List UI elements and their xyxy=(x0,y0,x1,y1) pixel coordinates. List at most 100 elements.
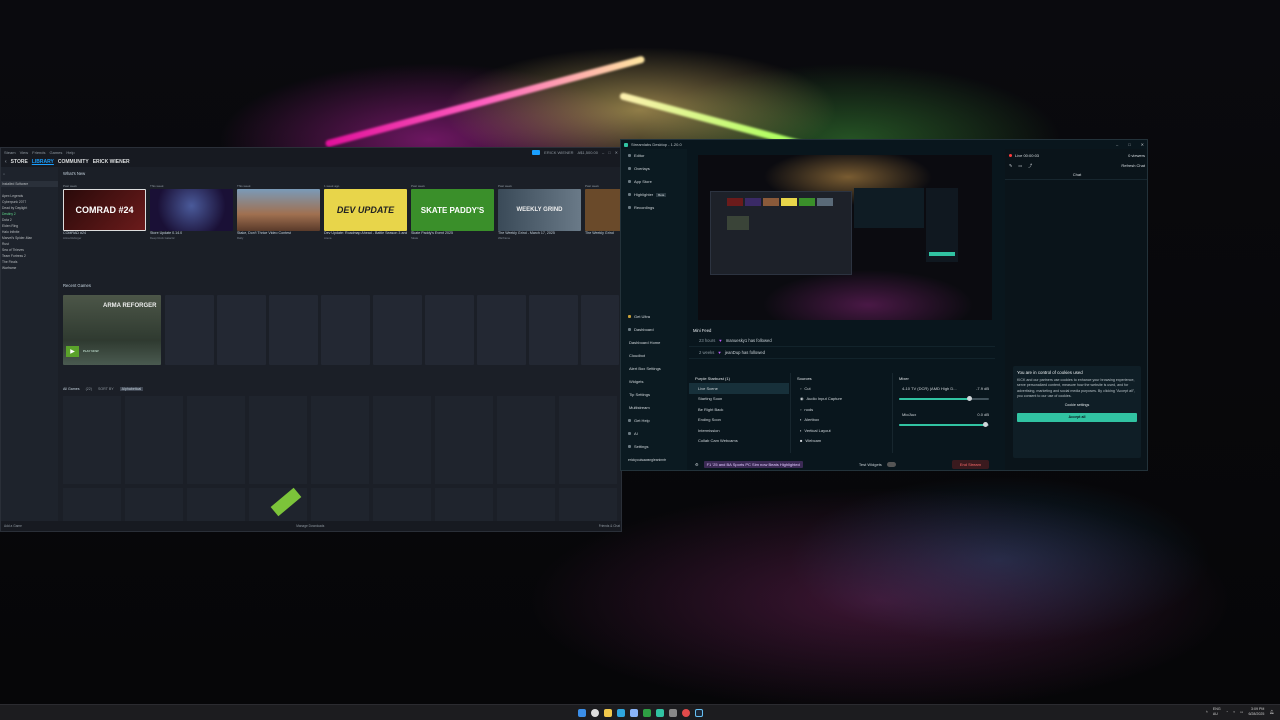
menu-friends[interactable]: Friends xyxy=(32,150,45,155)
volume-knob[interactable] xyxy=(967,395,973,401)
game-tile[interactable] xyxy=(435,396,493,484)
game-tile[interactable] xyxy=(125,396,183,484)
recent-game-slot[interactable] xyxy=(373,295,422,365)
game-tile[interactable] xyxy=(373,488,431,523)
menu-view[interactable]: View xyxy=(20,150,29,155)
nav-dashboard[interactable]: Dashboard xyxy=(621,323,687,336)
recent-game-slot[interactable] xyxy=(321,295,370,365)
steam-icon[interactable] xyxy=(694,708,703,717)
wifi-icon[interactable]: ◔ xyxy=(1226,710,1228,714)
volume-knob[interactable] xyxy=(983,422,989,427)
recent-game-slot[interactable] xyxy=(217,295,266,365)
scene-item[interactable]: Be Right Back xyxy=(689,404,789,415)
game-tile[interactable] xyxy=(187,488,245,523)
edit-icon[interactable]: ✎ xyxy=(1009,163,1012,168)
nav-back-icon[interactable]: ‹ xyxy=(5,159,7,165)
game-tile[interactable] xyxy=(373,396,431,484)
scene-item[interactable]: Intermission xyxy=(689,425,789,436)
recent-game-slot[interactable] xyxy=(425,295,474,365)
nav-store[interactable]: STORE xyxy=(11,159,28,165)
game-tile[interactable] xyxy=(311,396,369,484)
game-tile[interactable] xyxy=(435,488,493,523)
battery-icon[interactable]: ▭ xyxy=(1240,710,1243,714)
game-tile[interactable] xyxy=(63,488,121,523)
manage-downloads[interactable]: Manage Downloads xyxy=(296,524,324,528)
source-item[interactable]: ▪ Alertbox xyxy=(791,415,891,426)
nav-settings[interactable]: Settings xyxy=(621,440,687,453)
scenes-title[interactable]: Purple Starburst (1) xyxy=(689,373,789,383)
media-icon[interactable] xyxy=(668,708,677,717)
volume-slider[interactable] xyxy=(899,422,989,427)
game-tile[interactable] xyxy=(187,396,245,484)
user-badge[interactable]: ERICK WIENER xyxy=(544,150,573,155)
file-explorer-icon[interactable] xyxy=(603,708,612,717)
nav-user[interactable]: erickyouisawangleaninntr xyxy=(621,453,687,466)
source-item[interactable]: ▪ Vertical Layout xyxy=(791,425,891,436)
nav-overlays[interactable]: Overlays xyxy=(621,162,687,175)
game-tile[interactable] xyxy=(63,396,121,484)
recent-game-slot[interactable] xyxy=(581,295,619,365)
nav-community[interactable]: COMMUNITY xyxy=(58,159,89,165)
popout-icon[interactable]: ▭ xyxy=(1018,163,1022,168)
feed-item[interactable]: 2 weeks ♥ jeanDup has followed xyxy=(689,347,995,359)
clock[interactable]: 3:09 PM 6/28/2025 xyxy=(1248,707,1264,716)
settings-icon[interactable]: ⚙ xyxy=(695,462,699,467)
end-stream-button[interactable]: End Stream xyxy=(951,460,989,469)
minimize-icon[interactable]: – xyxy=(1116,142,1118,147)
close-icon[interactable]: ✕ xyxy=(615,150,618,155)
notification-icon[interactable] xyxy=(532,149,541,155)
close-icon[interactable]: ✕ xyxy=(1141,142,1144,147)
minimize-icon[interactable]: – xyxy=(602,150,604,155)
scene-item[interactable]: Live Scene xyxy=(689,383,789,394)
streamlabs-icon[interactable] xyxy=(655,708,664,717)
recent-game-card[interactable]: ARMA REFORGER ▶ PLAY NOW xyxy=(63,295,161,365)
news-card[interactable]: Past week The Weekly Grind xyxy=(585,184,621,236)
recent-game-slot[interactable] xyxy=(269,295,318,365)
menu-steam[interactable]: Steam xyxy=(4,150,16,155)
notification-bell-icon[interactable]: 🔔︎ xyxy=(1269,710,1274,714)
search-icon[interactable] xyxy=(590,708,599,717)
store-icon[interactable] xyxy=(629,708,638,717)
nav-profile[interactable]: ERICK WIENER xyxy=(93,159,130,165)
source-item[interactable]: ▫ Cut xyxy=(791,383,891,394)
promo-tag[interactable]: F1 '25 and BA Sports PC Sim now Beats Hi… xyxy=(703,461,803,468)
game-tile[interactable] xyxy=(125,488,183,523)
news-card[interactable]: Past week WEEKLY GRIND The Weekly Grind … xyxy=(498,184,581,240)
recent-game-slot[interactable] xyxy=(529,295,578,365)
refresh-chat-button[interactable]: Refresh Chat xyxy=(1121,163,1145,168)
source-item[interactable]: ■ Webcam xyxy=(791,436,891,447)
nav-app-store[interactable]: App Store xyxy=(621,175,687,188)
nav-tip-settings[interactable]: Tip Settings xyxy=(621,388,687,401)
game-tile[interactable] xyxy=(249,396,307,484)
sidebar-item[interactable]: Warframe xyxy=(1,265,58,271)
news-card[interactable]: 1 week ago DEV UPDATE Dev Update: Roadma… xyxy=(324,184,407,240)
source-item[interactable]: ◉ Audio Input Capture xyxy=(791,394,891,405)
nav-get-help[interactable]: Get Help xyxy=(621,414,687,427)
nav-library[interactable]: LIBRARY xyxy=(32,159,54,165)
add-game-button[interactable]: Add a Game xyxy=(4,524,22,528)
recent-game-slot[interactable] xyxy=(165,295,214,365)
test-widgets-label[interactable]: Test Widgets xyxy=(859,462,882,467)
volume-slider[interactable] xyxy=(899,395,989,401)
volume-icon[interactable]: ◖ xyxy=(1233,710,1235,714)
news-card[interactable]: This week Store Update 0.14.0 Deep Rock … xyxy=(150,184,233,240)
news-card[interactable]: Past week SKATE PADDY'S Skate Paddy's Ev… xyxy=(411,184,494,240)
news-card[interactable]: Past week COMRAD #24 COMRAD #24 Arma Ref… xyxy=(63,184,146,240)
game-tile[interactable] xyxy=(497,488,555,523)
friends-chat-button[interactable]: Friends & Chat xyxy=(599,524,620,528)
feed-item[interactable]: 23 hours ♥ manuesky1 has followed xyxy=(689,335,995,347)
maximize-icon[interactable]: □ xyxy=(608,150,610,155)
sidebar-home[interactable]: ⌂ xyxy=(1,167,58,181)
game-tile[interactable] xyxy=(497,396,555,484)
start-icon[interactable] xyxy=(577,708,586,717)
menu-help[interactable]: Help xyxy=(66,150,74,155)
game-tile[interactable] xyxy=(249,487,307,523)
game-tile[interactable] xyxy=(559,488,617,523)
share-icon[interactable]: ⤴ xyxy=(1028,163,1032,169)
edge-icon[interactable] xyxy=(616,708,625,717)
nav-editor[interactable]: Editor xyxy=(621,149,687,162)
nav-multistream[interactable]: Multistream xyxy=(621,401,687,414)
scene-item[interactable]: Ending Soon xyxy=(689,415,789,426)
app-icon[interactable] xyxy=(681,708,690,717)
game-tile[interactable] xyxy=(311,488,369,523)
